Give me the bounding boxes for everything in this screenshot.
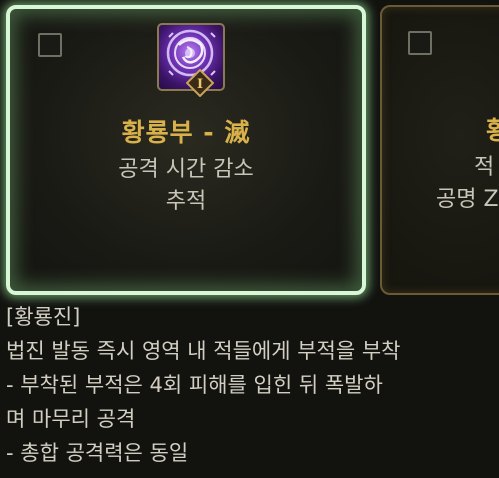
card-title: 황룡부 - 滅 [121,118,251,147]
skill-description: [황룡진] 법진 발동 즉시 영역 내 적들에게 부적을 부착 - 부착된 부적… [6,300,499,470]
card-title: 황 [486,116,499,145]
description-line: - 총합 공격력은 동일 [6,441,189,465]
card-checkbox[interactable] [408,31,432,55]
skill-card[interactable]: 황 적 공명 Z [380,5,499,295]
skill-card-selected[interactable]: I 황룡부 - 滅 공격 시간 감소 추적 [6,5,366,295]
card-checkbox[interactable] [38,33,62,57]
description-line: 법진 발동 즉시 영역 내 적들에게 부적을 부착 [6,339,401,363]
description-line: 며 마무리 공격 [6,407,136,431]
card-effect-line: 적 [474,155,495,180]
card-effect-line: 추적 [165,189,207,214]
card-effect-line: 공명 Z [436,187,499,212]
rank-badge-icon: I [186,69,214,97]
description-heading: [황룡진] [6,305,81,329]
skill-select-panel: I 황룡부 - 滅 공격 시간 감소 추적 황 적 공명 Z [황룡진] 법진 … [0,0,499,478]
rank-badge-label: I [197,77,203,92]
card-effect-line: 공격 시간 감소 [118,157,254,182]
description-line: - 부착된 부적은 4회 피해를 입힌 뒤 폭발하 [6,373,383,397]
